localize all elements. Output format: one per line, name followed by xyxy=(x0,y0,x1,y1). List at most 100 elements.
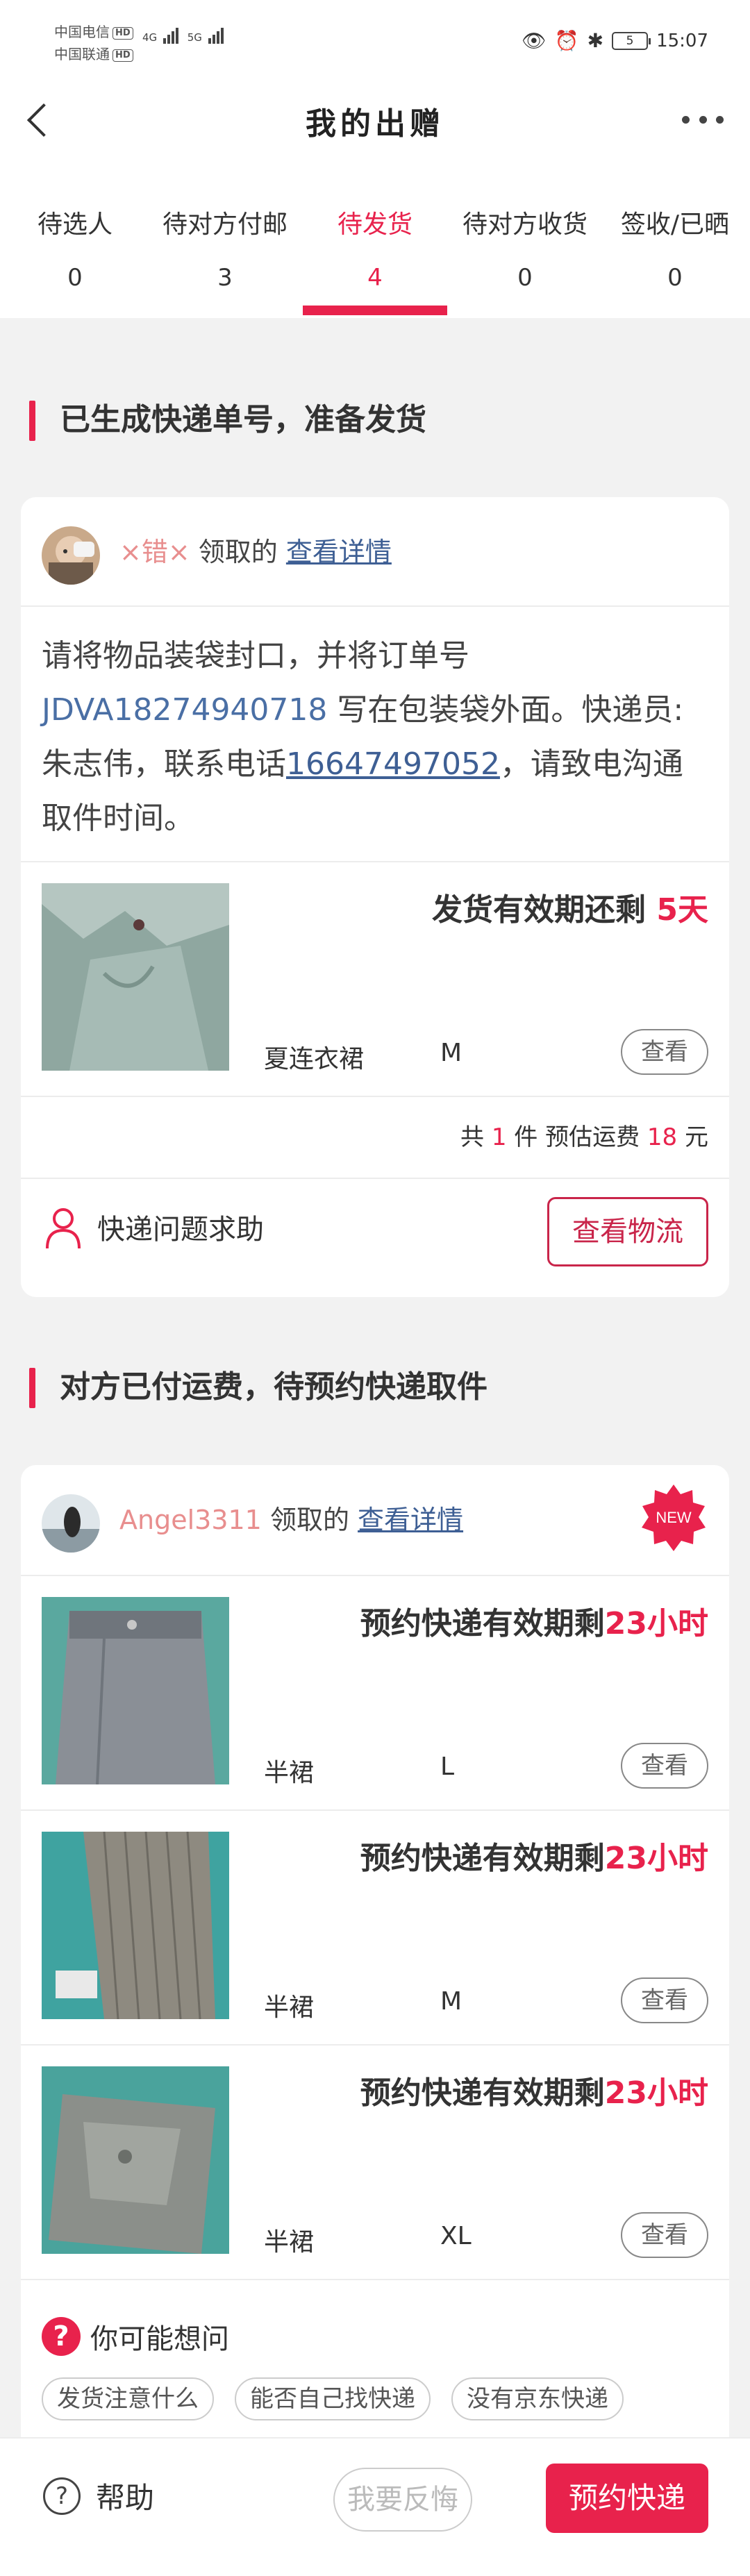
status-bar: 中国电信 HD 中国联通 HD 4G 5G 👁 ⏰ ✱ 5 15:07 xyxy=(0,0,750,82)
tab-pending-postage[interactable]: 待对方付邮 3 xyxy=(150,160,300,318)
tab-count: 0 xyxy=(67,264,83,292)
pickup-deadline: 预约快递有效期剩23小时 xyxy=(360,1833,708,1877)
help-label[interactable]: 帮助 xyxy=(96,2475,154,2517)
claim-line: Angel3311 领取的 查看详情 xyxy=(119,1503,463,1537)
item-size: XL xyxy=(440,2222,472,2250)
view-item-button[interactable]: 查看 xyxy=(621,2212,708,2258)
avatar xyxy=(42,1494,100,1553)
deadline-value: 23小时 xyxy=(604,1841,708,1876)
network-type-2: 5G xyxy=(187,31,202,44)
faq-chip[interactable]: 发货注意什么 xyxy=(42,2377,214,2420)
avatar xyxy=(42,526,100,585)
item-size: M xyxy=(440,1987,462,2016)
help-icon[interactable]: ? xyxy=(43,2477,81,2515)
tab-signed[interactable]: 签收/已晒 0 xyxy=(600,160,750,318)
eye-icon: 👁 xyxy=(522,29,547,52)
item-name: 半裙 xyxy=(264,2228,315,2257)
claim-label: 领取的 xyxy=(269,1505,349,1535)
tab-pending-shipment[interactable]: 待发货 4 xyxy=(300,160,450,318)
tab-pending-select[interactable]: 待选人 0 xyxy=(0,160,150,318)
view-item-button[interactable]: 查看 xyxy=(621,1977,708,2023)
view-details-link[interactable]: 查看详情 xyxy=(286,537,392,567)
deadline-label: 预约快递有效期剩 xyxy=(360,1606,605,1641)
summary-text: 件 预估运费 xyxy=(506,1123,647,1151)
tab-count: 3 xyxy=(217,264,233,292)
courier-help-row: 快递问题求助 查看物流 xyxy=(21,1179,729,1297)
view-details-link[interactable]: 查看详情 xyxy=(358,1505,463,1535)
deadline-label: 预约快递有效期剩 xyxy=(360,1841,605,1876)
shipping-instructions: 请将物品装袋封口，并将订单号 JDVA18274940718 写在包装袋外面。快… xyxy=(42,629,708,846)
tab-label: 签收/已晒 xyxy=(620,210,730,239)
item-size: M xyxy=(440,1039,462,1067)
receiver-username[interactable]: Angel3311 xyxy=(119,1505,262,1535)
signal-icons: 4G 5G xyxy=(142,28,225,44)
view-logistics-button[interactable]: 查看物流 xyxy=(547,1197,708,1266)
clock: 15:07 xyxy=(656,30,708,51)
faq-chips: 发货注意什么 能否自己找快递 没有京东快递 xyxy=(42,2377,624,2420)
view-item-button[interactable]: 查看 xyxy=(621,1743,708,1789)
item-row: 预约快递有效期剩23小时 半裙 M 查看 xyxy=(21,1811,729,2044)
summary-text: 共 xyxy=(460,1123,492,1151)
item-thumbnail[interactable] xyxy=(42,1832,229,2019)
hd-badge: HD xyxy=(112,26,133,40)
active-tab-indicator xyxy=(303,306,447,315)
claim-label: 领取的 xyxy=(198,537,278,567)
item-thumbnail[interactable] xyxy=(42,883,229,1071)
tab-label: 待选人 xyxy=(37,210,112,239)
view-item-button[interactable]: 查看 xyxy=(621,1029,708,1075)
deadline-value: 23小时 xyxy=(604,2075,708,2111)
divider xyxy=(21,1096,729,1097)
claim-line: ×错× 领取的 查看详情 xyxy=(119,535,392,569)
instr-text: 请将物品装袋封口，并将订单号 xyxy=(42,638,469,674)
deadline-value: 23小时 xyxy=(604,1606,708,1641)
question-icon: ? xyxy=(42,2317,81,2356)
divider xyxy=(21,605,729,607)
faq-chip[interactable]: 能否自己找快递 xyxy=(235,2377,431,2420)
ship-deadline: 发货有效期还剩 5天 xyxy=(432,885,708,929)
deadline-value: 5天 xyxy=(656,892,708,928)
book-courier-button[interactable]: 预约快递 xyxy=(546,2464,708,2533)
battery-icon: 5 xyxy=(612,31,651,50)
summary-text: 元 xyxy=(677,1123,708,1151)
faq-title-text: 你可能想问 xyxy=(90,2323,229,2355)
pickup-deadline: 预约快递有效期剩23小时 xyxy=(360,2068,708,2112)
item-thumbnail[interactable] xyxy=(42,2066,229,2254)
receiver-username[interactable]: ×错× xyxy=(119,537,190,567)
new-badge-text: NEW xyxy=(656,1509,692,1526)
hd-badge: HD xyxy=(112,49,133,62)
item-size: L xyxy=(440,1753,455,1781)
faq-chip[interactable]: 没有京东快递 xyxy=(451,2377,624,2420)
signal-icon xyxy=(162,28,180,44)
tab-count: 0 xyxy=(517,264,533,292)
tab-label: 待对方付邮 xyxy=(162,210,288,239)
item-count: 1 xyxy=(491,1123,507,1151)
order-summary: 共 1 件 预估运费 18 元 xyxy=(460,1118,708,1152)
more-icon[interactable] xyxy=(682,106,724,133)
tab-label: 待发货 xyxy=(337,210,412,239)
new-badge: NEW xyxy=(639,1483,708,1553)
battery-level: 5 xyxy=(626,33,634,48)
deadline-label: 发货有效期还剩 xyxy=(432,892,657,928)
status-tabs: 待选人 0 待对方付邮 3 待发货 4 待对方收货 0 签收/已晒 0 xyxy=(0,160,750,318)
courier-phone-link[interactable]: 16647497052 xyxy=(286,746,500,782)
deadline-label: 预约快递有效期剩 xyxy=(360,2075,605,2111)
tab-count: 4 xyxy=(367,264,383,292)
status-right: 👁 ⏰ ✱ 5 15:07 xyxy=(522,29,708,52)
tab-count: 0 xyxy=(667,264,683,292)
person-icon xyxy=(44,1207,82,1250)
pickup-card: Angel3311 领取的 查看详情 NEW 预约快递有效期剩23小时 半裙 L… xyxy=(21,1465,729,2437)
bluetooth-icon: ✱ xyxy=(587,29,604,52)
tab-pending-receipt[interactable]: 待对方收货 0 xyxy=(450,160,600,318)
section-title-awaiting-pickup: 对方已付运费，待预约快递取件 xyxy=(29,1366,488,1408)
retract-button[interactable]: 我要反悔 xyxy=(333,2468,472,2532)
courier-help-link[interactable]: 快递问题求助 xyxy=(97,1207,264,1247)
nav-header: 我的出赠 xyxy=(0,82,750,160)
pickup-deadline: 预约快递有效期剩23小时 xyxy=(360,1598,708,1643)
item-name: 夏连衣裙 xyxy=(264,1045,365,1073)
tab-label: 待对方收货 xyxy=(462,210,588,239)
faq-title: ? 你可能想问 xyxy=(42,2316,229,2357)
item-thumbnail[interactable] xyxy=(42,1597,229,1784)
network-type-1: 4G xyxy=(142,31,158,44)
carrier-2: 中国联通 xyxy=(54,46,110,62)
section-title-ready-to-ship: 已生成快递单号，准备发货 xyxy=(29,399,426,441)
